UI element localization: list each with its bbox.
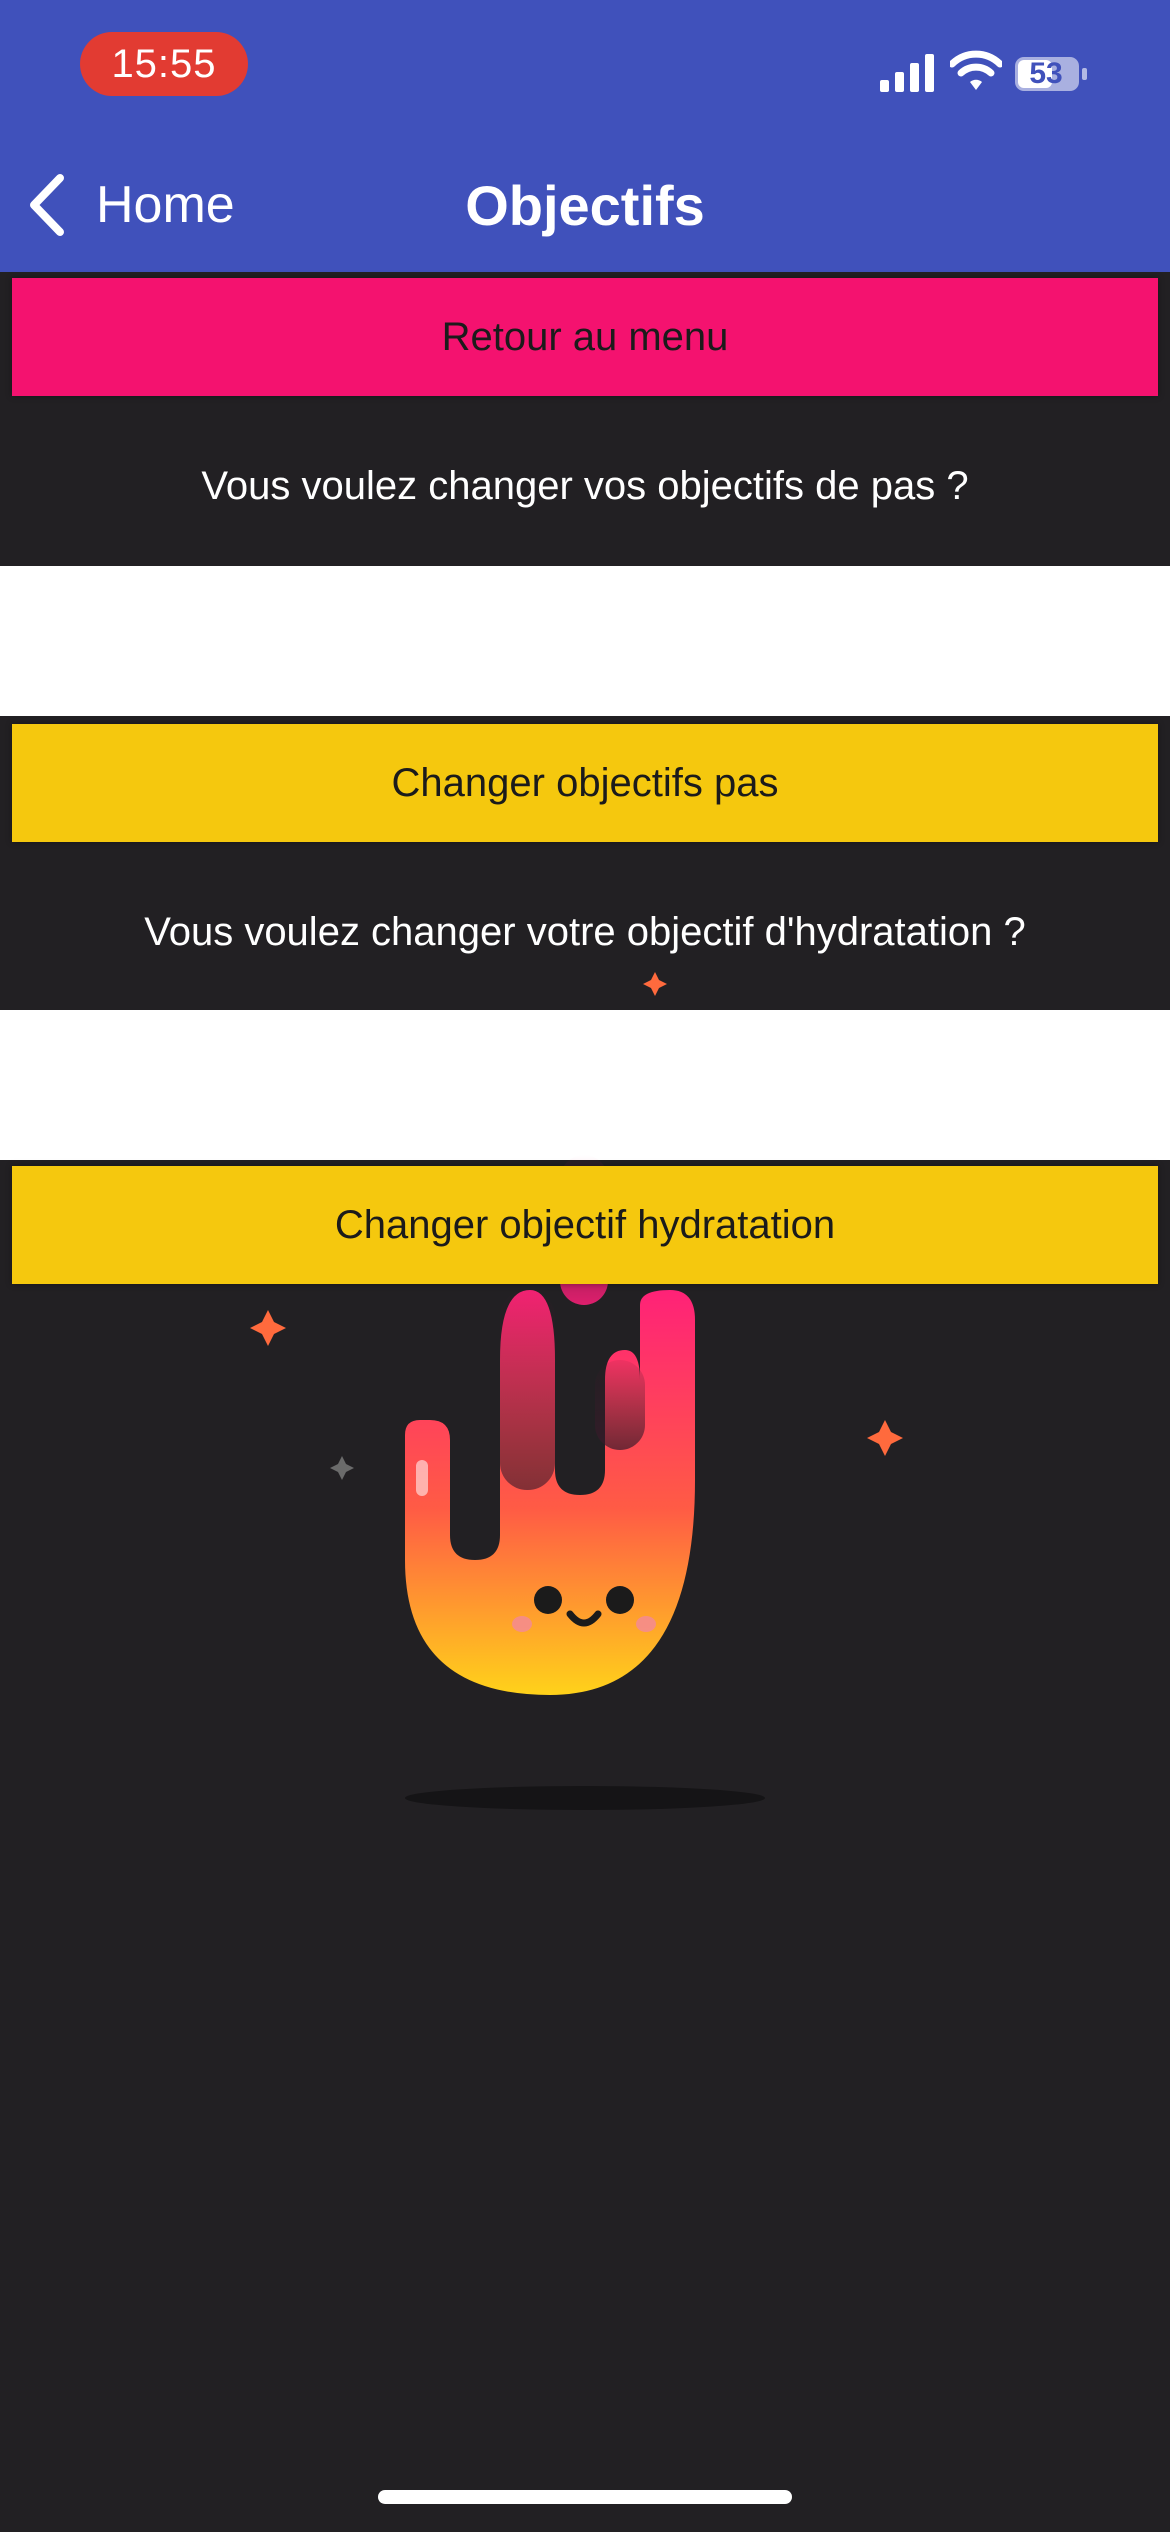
screen: 15:55 53 Home Objectifs Retour au menu V… [0,0,1170,2532]
change-steps-goal-button[interactable]: Changer objectifs pas [12,724,1158,842]
wifi-icon [950,50,1002,90]
home-indicator[interactable] [378,2490,792,2504]
steps-question: Vous voulez changer vos objectifs de pas… [201,464,969,508]
battery-icon: 53 [1014,56,1090,92]
navigation-header: 15:55 53 Home Objectifs [0,0,1170,272]
steps-input-area [0,566,1170,716]
change-hydration-goal-button[interactable]: Changer objectif hydratation [12,1166,1158,1284]
page-title: Objectifs [465,174,705,237]
battery-level: 53 [1029,57,1063,90]
hydration-question: Vous voulez changer votre objectif d'hyd… [144,910,1026,954]
flame-mascot-illustration [250,972,903,1810]
signal-icon [880,54,934,92]
back-to-menu-button[interactable]: Retour au menu [12,278,1158,396]
status-time: 15:55 [80,32,248,96]
